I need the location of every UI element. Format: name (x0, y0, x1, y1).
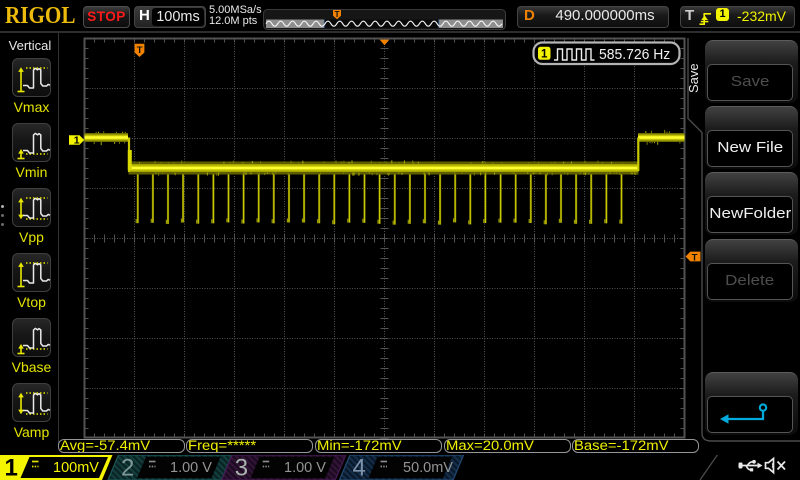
svg-text:1: 1 (5, 455, 18, 480)
svg-text:4: 4 (353, 455, 366, 480)
svg-text:100mV: 100mV (53, 460, 99, 476)
svg-text:1.00 V: 1.00 V (170, 460, 212, 476)
svg-text:50.0mV: 50.0mV (403, 460, 453, 476)
svg-text:1.00 V: 1.00 V (284, 460, 326, 476)
svg-text:3: 3 (235, 455, 248, 480)
svg-text:2: 2 (121, 455, 134, 480)
